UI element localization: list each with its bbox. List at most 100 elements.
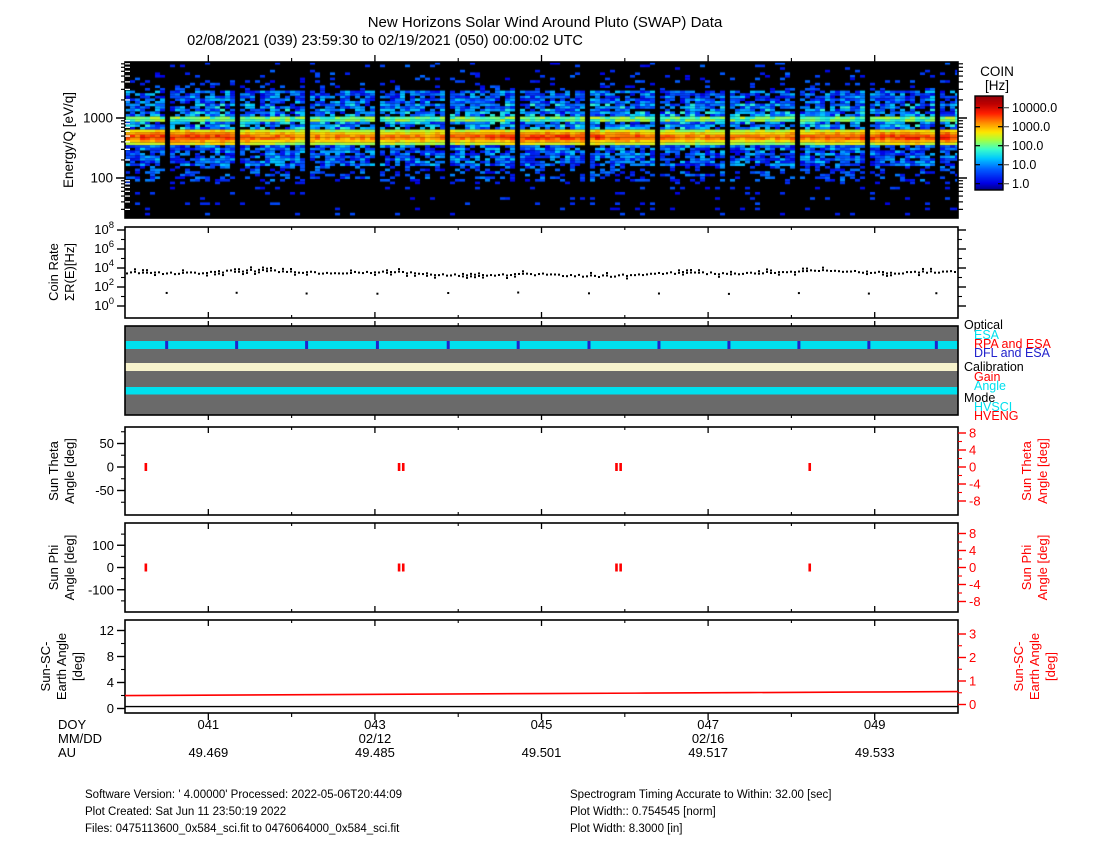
coinrate-ylabel: ΣR(E)[Hz] [62, 243, 77, 301]
sce-ylabel: Sun-SC- [38, 642, 53, 692]
mode-lane-calibration [125, 363, 958, 371]
footer-files: Files: 0475113600_0x584_sci.fit to 04760… [85, 823, 400, 835]
theta-ylabel-right: Sun Theta [1019, 440, 1034, 501]
mode-event-tick [587, 341, 591, 349]
coinrate-low-point [587, 292, 590, 295]
theta-mark [397, 463, 401, 471]
svg-text:50: 50 [100, 436, 114, 451]
coinrate-low-point [305, 292, 308, 295]
coinrate-ylabel: Coin Rate [46, 243, 61, 301]
theta-ylabel-right: Angle [deg] [1035, 438, 1050, 504]
colorbar-tick-label: 1000.0 [1012, 120, 1050, 134]
mode-event-tick [727, 341, 731, 349]
phi-mark [401, 563, 405, 572]
footer-plot-width-in: Plot Width: 8.3000 [in] [570, 823, 683, 835]
phi-mark [615, 563, 618, 572]
coinrate-low-point [657, 292, 660, 295]
mode-event-tick [305, 341, 309, 349]
svg-text:0: 0 [107, 460, 114, 475]
mode-event-tick [934, 341, 938, 349]
colorbar-title: COIN [980, 64, 1014, 79]
mode-panel-bars [125, 326, 958, 415]
sce-ylabel-right: Earth Angle [1027, 633, 1042, 700]
svg-text:8: 8 [107, 649, 114, 664]
phi-mark [397, 563, 401, 572]
au-row-header: AU [58, 745, 76, 760]
au-tick-label: 49.517 [688, 745, 728, 760]
colorbar-tick-label: 10000.0 [1012, 101, 1057, 115]
svg-text:0: 0 [107, 560, 114, 575]
theta-ylabel: Sun Theta [46, 440, 61, 501]
coinrate-axis: 108 106 104 102 100 [94, 220, 966, 313]
svg-text:106: 106 [94, 239, 114, 256]
footer-left-block: Software Version: ' 4.00000' Processed: … [85, 787, 402, 838]
doy-tick-label: 047 [697, 717, 719, 732]
frame-phi [124, 522, 959, 613]
phi-mark [619, 563, 622, 572]
mode-item-label: HVENG [974, 409, 1018, 423]
colorbar-tick-label: 100.0 [1012, 139, 1043, 153]
phi-mark [808, 563, 812, 572]
mode-event-tick [657, 341, 661, 349]
phi-ylabel-right: Angle [deg] [1035, 535, 1050, 601]
footer-right-block: Spectrogram Timing Accurate to Within: 3… [570, 787, 831, 838]
svg-text:0: 0 [969, 460, 976, 475]
footer-plot-created: Plot Created: Sat Jun 11 23:50:19 2022 [85, 806, 287, 818]
bottom-axis-labels: DOYMM/DDAU 041 49.469 043 49.485 045 49.501 047… [58, 717, 895, 760]
footer-plot-width-norm: Plot Width:: 0.754545 [norm] [570, 806, 716, 818]
theta-panel: 50 0 -50 8 4 0 -4 -8 [95, 426, 980, 509]
svg-text:0: 0 [107, 701, 114, 716]
sce-panel: 12 8 4 0 3 2 1 0 [100, 623, 977, 716]
doy-tick-label: 045 [531, 717, 553, 732]
spectrogram-y-axis: 1000 100 [83, 63, 967, 210]
phi-ylabel: Sun Phi [46, 545, 61, 591]
colorbar-units: [Hz] [985, 78, 1009, 93]
frame-coin [124, 226, 959, 319]
theta-mark [144, 463, 148, 471]
mmdd-tick-label: 02/12 [359, 731, 392, 746]
svg-text:4: 4 [969, 443, 976, 458]
mmdd-row-header: MM/DD [58, 731, 102, 746]
coinrate-low-point [517, 291, 520, 294]
svg-text:0: 0 [969, 560, 976, 575]
doy-tick-label: 049 [864, 717, 886, 732]
svg-text:12: 12 [100, 623, 114, 638]
phi-ylabel-right: Sun Phi [1019, 545, 1034, 591]
coinrate-low-point [165, 291, 168, 294]
svg-text:102: 102 [94, 277, 114, 294]
coinrate-low-point [235, 291, 238, 294]
mode-event-tick [867, 341, 871, 349]
svg-text:0: 0 [969, 697, 976, 712]
au-tick-label: 49.485 [355, 745, 395, 760]
au-tick-label: 49.469 [188, 745, 228, 760]
svg-text:104: 104 [94, 258, 114, 275]
mode-legend: OpticalESARPA and ESADFL and ESACalibrat… [964, 318, 1052, 423]
coinrate-low-point [935, 292, 938, 295]
coinrate-low-point [447, 292, 450, 295]
doy-tick-label: 043 [364, 717, 386, 732]
theta-mark [808, 463, 812, 471]
axes-overlay: 1000100108106104102100500-50840-4-81000-… [38, 55, 1058, 760]
phi-ylabel: Angle [deg] [62, 535, 77, 601]
coinrate-low-point [376, 292, 379, 295]
mode-event-tick [235, 341, 239, 349]
footer-software-version: Software Version: ' 4.00000' Processed: … [85, 789, 403, 801]
svg-text:1000: 1000 [83, 111, 113, 126]
svg-text:4: 4 [107, 675, 114, 690]
sce-ylabel-right: Sun-SC- [1011, 642, 1026, 692]
svg-text:8: 8 [969, 526, 976, 541]
svg-text:-8: -8 [969, 594, 981, 609]
mode-lane-mode [125, 387, 958, 395]
swap-plot-figure: New Horizons Solar Wind Around Pluto (SW… [0, 0, 1100, 850]
doy-row-header: DOY [58, 717, 87, 732]
mode-event-tick [446, 341, 450, 349]
svg-text:100: 100 [94, 296, 114, 313]
frame-theta [124, 426, 959, 516]
sce-ylabel-right: [deg] [1043, 652, 1058, 681]
sce-ylabel: [deg] [70, 652, 85, 681]
theta-ylabel: Angle [deg] [62, 438, 77, 504]
phi-mark [144, 563, 148, 572]
au-tick-label: 49.501 [522, 745, 562, 760]
svg-text:-4: -4 [969, 477, 981, 492]
mode-event-tick [165, 341, 169, 349]
